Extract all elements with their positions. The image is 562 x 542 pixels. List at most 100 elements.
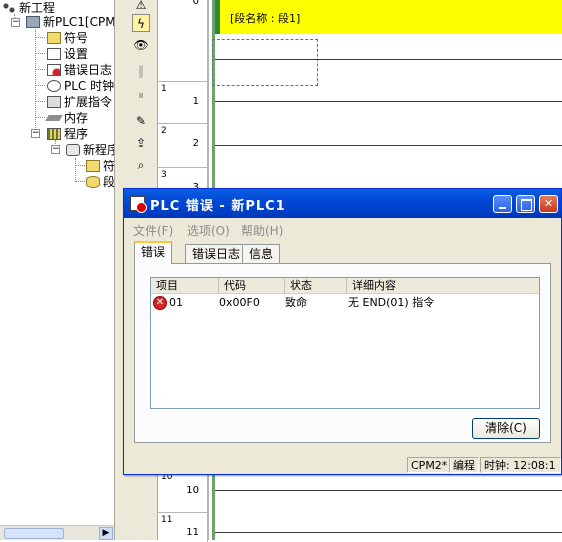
dialog-menu-bar: 文件(F) 选项(O) 帮助(H)	[124, 219, 561, 239]
tab-info[interactable]: 信息	[242, 244, 281, 264]
symbols-icon	[47, 32, 61, 44]
tree-item-plc[interactable]: 新PLC1[CPM2	[26, 14, 114, 30]
tree-item-ext-instr[interactable]: 扩展指令	[47, 94, 112, 110]
tree-label: 设置	[64, 47, 89, 61]
tree-item-memory[interactable]: 内存	[45, 110, 89, 126]
plc-error-dialog: PLC 错误 - 新PLC1 ✕ 文件(F) 选项(O) 帮助(H) 错误 错误…	[123, 188, 562, 475]
settings-icon	[47, 48, 61, 60]
tree-expander[interactable]: −	[51, 145, 60, 154]
tree-item-plc-clock[interactable]: PLC 时钟	[47, 78, 114, 94]
segment-name: [段名称 : 段1]	[230, 12, 301, 25]
rung-number: 0	[158, 0, 208, 81]
ladder-cursor[interactable]	[212, 39, 318, 86]
project-tree[interactable]: 新工程 − 新PLC1[CPM2 符号 设置 错误日志 PLC 时钟 扩展指令 …	[0, 0, 114, 540]
rung-step: 10	[186, 485, 199, 496]
status-mode: 编程	[449, 457, 479, 473]
rung-address: 1	[161, 84, 167, 94]
program-gear-icon	[66, 144, 80, 156]
close-button[interactable]: ✕	[539, 195, 558, 213]
tree-expander[interactable]: −	[11, 18, 20, 27]
tree-item-symbols-local[interactable]: 符	[86, 158, 114, 174]
search-icon[interactable]: ⌕	[132, 156, 150, 174]
dialog-status-bar: CPM2* 编程 时钟: 12:08:1	[124, 455, 561, 474]
tree-label: 新工程	[19, 1, 56, 15]
warning-icon[interactable]: ⚠	[132, 0, 150, 14]
text-edit-icon[interactable]: ✎	[132, 112, 150, 130]
rung-address: 2	[161, 126, 167, 136]
table-row[interactable]: ✕ 01 0x00F0 致命 无 END(01) 指令	[151, 295, 539, 311]
tree-label: 符	[103, 159, 114, 173]
status-clock: 时钟: 12:08:1	[480, 457, 561, 473]
tree-item-error-log[interactable]: 错误日志	[47, 62, 112, 78]
error-log-icon	[47, 64, 61, 76]
tree-label: 程序	[64, 127, 89, 141]
rung-step: 2	[192, 138, 199, 149]
tree-item-settings[interactable]: 设置	[47, 46, 88, 62]
plc-error-icon	[130, 196, 147, 213]
tree-item-program[interactable]: 程序	[47, 126, 88, 142]
rung-step: 0	[192, 0, 199, 7]
dialog-title: PLC 错误 - 新PLC1	[150, 199, 286, 214]
tree-horizontal-scrollbar[interactable]: ▶	[0, 525, 114, 540]
clear-button[interactable]: 清除(C)	[472, 418, 540, 439]
online-icon[interactable]: ϟ	[132, 14, 150, 32]
minimize-button[interactable]	[493, 195, 512, 213]
menu-file[interactable]: 文件(F)	[133, 222, 173, 239]
column-header-status[interactable]: 状态	[285, 278, 347, 294]
cell-code: 0x00F0	[219, 296, 260, 309]
tree-item-new-program[interactable]: 新程序	[66, 142, 114, 158]
network-icon	[2, 2, 16, 14]
pause-icon[interactable]: ‖	[132, 62, 150, 80]
rung-address: 11	[161, 515, 173, 525]
transfer-icon[interactable]: ⇪	[132, 134, 150, 152]
column-header-detail[interactable]: 详细内容	[347, 278, 539, 294]
column-header-code[interactable]: 代码	[219, 278, 285, 294]
menu-help[interactable]: 帮助(H)	[241, 222, 283, 239]
tab-errors[interactable]: 错误	[134, 241, 173, 264]
rung-step: 1	[192, 96, 199, 107]
rung-number: 11 11	[158, 512, 208, 542]
instruction-icon	[47, 96, 61, 108]
tree-item-symbols[interactable]: 符号	[47, 30, 88, 46]
tree-label: 符号	[64, 31, 89, 45]
status-model: CPM2*	[407, 457, 452, 473]
tree-label: 新程序	[83, 143, 114, 157]
tree-label: PLC 时钟	[64, 79, 114, 93]
rung-line	[215, 101, 562, 102]
error-list-header: 项目 代码 状态 详细内容	[151, 278, 539, 294]
symbols-icon	[86, 160, 100, 172]
rung-line	[215, 490, 562, 491]
tree-label: 段	[103, 175, 114, 189]
close-icon: ✕	[543, 197, 554, 210]
tree-label: 内存	[64, 111, 89, 125]
pause-alt-icon[interactable]: ⏸	[132, 86, 150, 104]
maximize-button[interactable]	[516, 195, 535, 213]
column-header-item[interactable]: 项目	[151, 278, 219, 294]
tab-error-log[interactable]: 错误日志	[185, 244, 248, 264]
scroll-right-icon[interactable]: ▶	[99, 527, 113, 540]
tree-label: 新PLC1[CPM2	[43, 15, 114, 29]
rung-step: 11	[186, 527, 199, 538]
segment-header: [段名称 : 段1]	[215, 0, 562, 34]
rung-line	[215, 59, 562, 60]
rung-address: 3	[161, 170, 167, 180]
dialog-title-bar[interactable]: PLC 错误 - 新PLC1 ✕	[124, 189, 561, 218]
menu-options[interactable]: 选项(O)	[187, 222, 230, 239]
rung-line	[215, 532, 562, 533]
error-list[interactable]: 项目 代码 状态 详细内容 ✕ 01 0x00F0 致命 无 END(01) 指…	[150, 277, 540, 409]
program-icon	[47, 128, 61, 140]
tree-expander[interactable]: −	[31, 129, 40, 138]
segment-icon	[86, 176, 100, 188]
tree-label: 扩展指令	[64, 95, 113, 109]
tree-label: 错误日志	[64, 63, 113, 77]
errors-panel: 项目 代码 状态 详细内容 ✕ 01 0x00F0 致命 无 END(01) 指…	[134, 263, 551, 443]
memory-icon	[45, 115, 63, 121]
cell-detail: 无 END(01) 指令	[348, 296, 435, 309]
rung-number: 10 10	[158, 470, 208, 512]
monitor-icon[interactable]: 👁	[132, 36, 150, 54]
clock-icon	[47, 80, 61, 92]
tree-item-segment[interactable]: 段	[86, 174, 114, 190]
plc-icon	[26, 16, 40, 28]
rung-number: 1 1	[158, 81, 208, 123]
scroll-thumb[interactable]	[4, 528, 64, 539]
